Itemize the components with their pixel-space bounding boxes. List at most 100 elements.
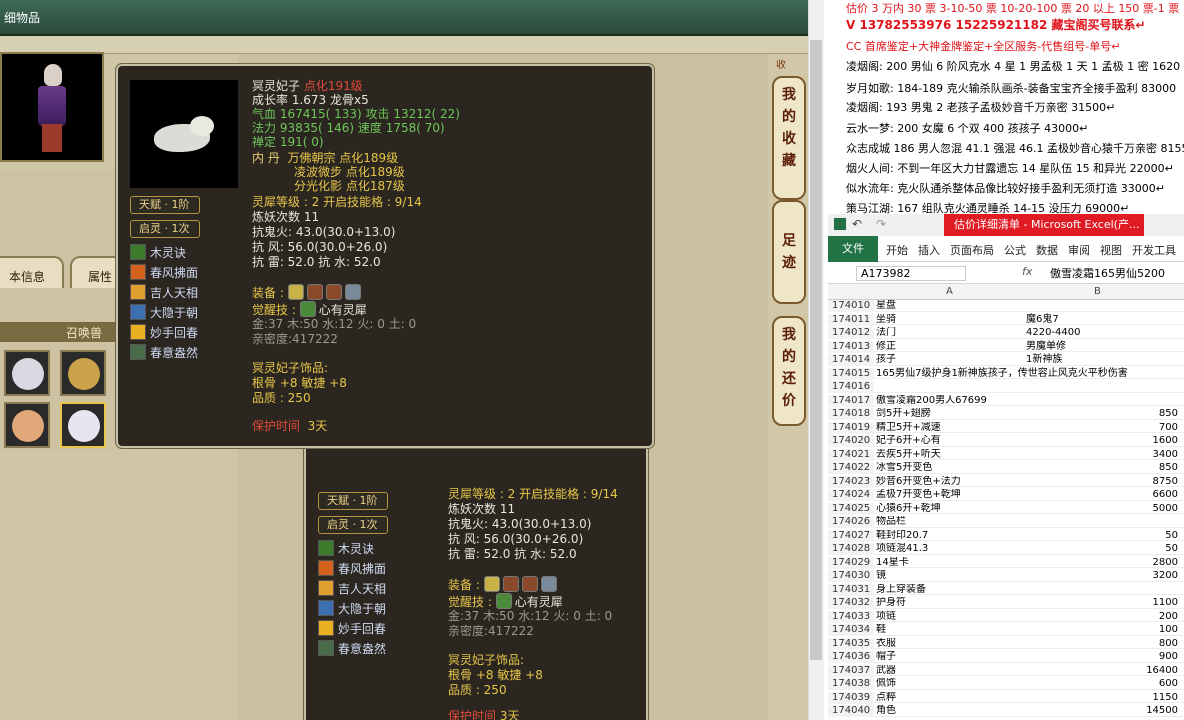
cell-b[interactable]: 14500	[1026, 705, 1178, 717]
qiling-badge[interactable]: 启灵 · 1次	[318, 516, 388, 534]
skill-item[interactable]: 妙手回春	[318, 620, 386, 638]
row-number[interactable]: 174011	[828, 313, 874, 326]
skill-item[interactable]: 春风拂面	[318, 560, 386, 578]
cell-a[interactable]: 角色	[876, 705, 1026, 717]
cell-b[interactable]: 1100	[1026, 597, 1178, 609]
cell-b[interactable]: 200	[1026, 611, 1178, 623]
table-row[interactable]: 174016	[828, 381, 1184, 393]
table-row[interactable]: 174024 孟极7开变色+乾坤 6600	[828, 489, 1184, 501]
table-row[interactable]: 174034 鞋 100	[828, 624, 1184, 636]
cell-a[interactable]: 帽子	[876, 651, 1026, 663]
cell-b[interactable]: 8750	[1026, 476, 1178, 488]
tab-insert[interactable]: 插入	[918, 242, 940, 258]
tab-view[interactable]: 视图	[1100, 242, 1122, 258]
table-row[interactable]: 174011 坐骑 魔6鬼7	[828, 313, 1184, 326]
cell-b[interactable]: 850	[1026, 462, 1178, 474]
row-number[interactable]: 174030	[828, 570, 874, 582]
cell-a[interactable]: 傲雪凌霜200男人67699	[876, 395, 1026, 407]
redo-icon[interactable]: ↷	[876, 217, 886, 231]
row-number[interactable]: 174034	[828, 624, 874, 636]
row-number[interactable]: 174038	[828, 678, 874, 690]
row-number[interactable]: 174028	[828, 543, 874, 555]
cell-a[interactable]: 剑5开+翅膀	[876, 408, 1026, 420]
tab-data[interactable]: 数据	[1036, 242, 1058, 258]
skill-item[interactable]: 吉人天相	[318, 580, 386, 598]
tab-page-layout[interactable]: 页面布局	[950, 242, 994, 258]
cell-b[interactable]: 3200	[1026, 570, 1178, 582]
row-number[interactable]: 174019	[828, 421, 874, 434]
row-number[interactable]: 174020	[828, 435, 874, 447]
table-row[interactable]: 174019 精卫5开+减速 700	[828, 421, 1184, 434]
row-number[interactable]: 174013	[828, 340, 874, 353]
cell-b[interactable]: 男魔单修	[1026, 341, 1178, 353]
tab-developer[interactable]: 开发工具	[1132, 242, 1176, 258]
skill-item[interactable]: 大隐于朝	[318, 600, 386, 618]
row-number[interactable]: 174040	[828, 705, 874, 717]
cell-b[interactable]: 50	[1026, 530, 1178, 542]
cell-b[interactable]: 850	[1026, 408, 1178, 420]
table-row[interactable]: 174021 去疾5开+听天 3400	[828, 448, 1184, 461]
cell-a[interactable]: 项链	[876, 611, 1026, 623]
cell-b[interactable]: 5000	[1026, 503, 1178, 515]
cell-a[interactable]: 坐骑	[876, 314, 1026, 326]
cell-a[interactable]: 星盘	[876, 300, 1026, 312]
table-row[interactable]: 174038 佩饰 600	[828, 678, 1184, 690]
cell-a[interactable]: 物品栏	[876, 516, 1026, 528]
skill-item[interactable]: 春意盎然	[130, 344, 198, 362]
row-number[interactable]: 174036	[828, 651, 874, 663]
skill-item[interactable]: 春风拂面	[130, 264, 198, 282]
table-row[interactable]: 174033 项链 200	[828, 610, 1184, 623]
cell-a[interactable]: 法门	[876, 327, 1026, 339]
skill-item[interactable]: 吉人天相	[130, 284, 198, 302]
cell-b[interactable]: 2800	[1026, 557, 1178, 569]
cell-a[interactable]: 165男仙7级护身1新神族孩子，传世容止风克火平秒伤害	[876, 368, 1176, 380]
tab-file[interactable]: 文件	[828, 236, 878, 262]
talent-badge[interactable]: 天赋 · 1阶	[130, 196, 200, 214]
cell-b[interactable]: 900	[1026, 651, 1178, 663]
summon-slot[interactable]	[4, 402, 50, 448]
table-row[interactable]: 174022 冰雪5开变色 850	[828, 462, 1184, 474]
row-number[interactable]: 174018	[828, 408, 874, 420]
cell-a[interactable]: 去疾5开+听天	[876, 449, 1026, 461]
cell-b[interactable]: 100	[1026, 624, 1178, 636]
row-number[interactable]: 174033	[828, 610, 874, 623]
table-row[interactable]: 174031 身上穿装备	[828, 583, 1184, 596]
footprints-button[interactable]: 足迹	[772, 200, 806, 304]
table-row[interactable]: 174040 角色 14500	[828, 705, 1184, 717]
cell-b[interactable]: 700	[1026, 422, 1178, 434]
cell-b[interactable]: 600	[1026, 678, 1178, 690]
table-row[interactable]: 174023 妙音6开变色+法力 8750	[828, 475, 1184, 488]
row-number[interactable]: 174026	[828, 516, 874, 528]
table-row[interactable]: 174012 法门 4220-4400	[828, 327, 1184, 339]
cell-a[interactable]: 身上穿装备	[876, 584, 1026, 596]
skill-item[interactable]: 妙手回春	[130, 324, 198, 342]
character-portrait[interactable]	[0, 52, 104, 162]
table-row[interactable]: 174017 傲雪凌霜200男人67699	[828, 394, 1184, 407]
cell-b[interactable]: 魔6鬼7	[1026, 314, 1178, 326]
cell-b[interactable]: 1150	[1026, 692, 1178, 704]
table-row[interactable]: 174029 14星卡 2800	[828, 556, 1184, 569]
cell-a[interactable]: 镜	[876, 570, 1026, 582]
table-row[interactable]: 174026 物品栏	[828, 516, 1184, 528]
tab-formulas[interactable]: 公式	[1004, 242, 1026, 258]
table-row[interactable]: 174030 镜 3200	[828, 570, 1184, 582]
save-icon[interactable]	[834, 218, 846, 230]
row-number[interactable]: 174025	[828, 502, 874, 515]
cell-a[interactable]: 孟极7开变色+乾坤	[876, 489, 1026, 501]
table-row[interactable]: 174015 165男仙7级护身1新神族孩子，传世容止风克火平秒伤害	[828, 367, 1184, 380]
table-row[interactable]: 174018 剑5开+翅膀 850	[828, 408, 1184, 420]
row-number[interactable]: 174010	[828, 300, 874, 312]
cell-b[interactable]: 1新神族	[1026, 354, 1178, 366]
table-row[interactable]: 174013 修正 男魔单修	[828, 340, 1184, 353]
col-header-a[interactable]: A	[946, 286, 953, 297]
corner-icon[interactable]: 收	[776, 56, 806, 71]
row-number[interactable]: 174031	[828, 583, 874, 596]
table-row[interactable]: 174028 项链混41.3 50	[828, 543, 1184, 555]
row-number[interactable]: 174032	[828, 597, 874, 609]
cell-a[interactable]: 武器	[876, 665, 1026, 677]
summon-slot-selected[interactable]	[60, 402, 106, 448]
scrollbar-thumb[interactable]	[810, 40, 822, 660]
row-number[interactable]: 174024	[828, 489, 874, 501]
table-row[interactable]: 174039 点粹 1150	[828, 691, 1184, 704]
cell-a[interactable]: 护身符	[876, 597, 1026, 609]
